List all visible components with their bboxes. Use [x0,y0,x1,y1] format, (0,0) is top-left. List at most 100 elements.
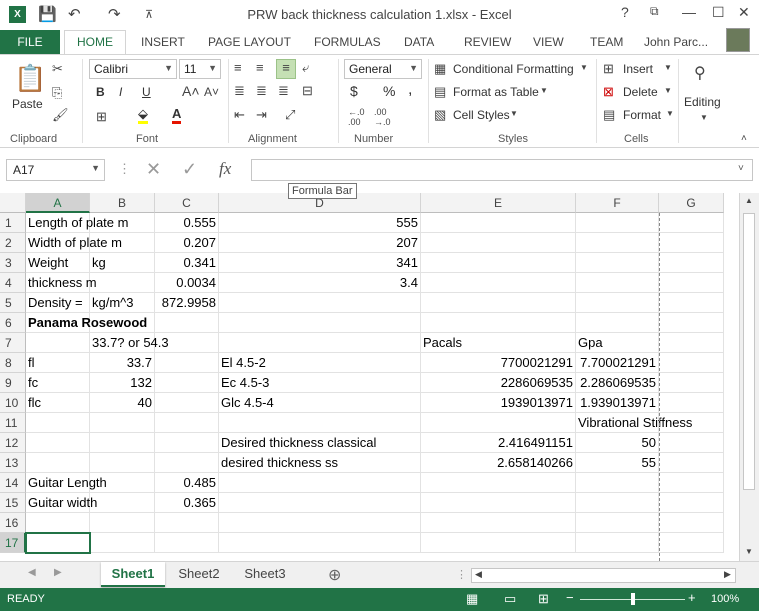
prev-sheet-icon[interactable]: ◀ [28,567,36,578]
tab-insert[interactable]: INSERT [141,35,185,49]
cell-g16[interactable] [659,513,724,533]
column-header-g[interactable]: G [659,193,724,213]
italic-button[interactable]: I [119,85,122,99]
decrease-decimal-icon[interactable]: .00 →.0 [374,107,391,127]
scroll-right-icon[interactable]: ▶ [724,569,731,580]
row-header[interactable]: 3 [0,253,26,273]
row-header[interactable]: 12 [0,433,26,453]
row-header[interactable]: 13 [0,453,26,473]
underline-button[interactable]: U [142,85,151,99]
tab-sheet3[interactable]: Sheet3 [233,562,297,587]
maximize-button[interactable]: ☐ [712,4,725,21]
format-cells-button[interactable]: Format [623,108,661,122]
cell-a6[interactable]: Panama Rosewood [26,313,147,333]
cell-f3[interactable] [576,253,659,273]
column-header-a[interactable]: A [26,193,90,213]
percent-button[interactable]: % [383,83,395,99]
row-header[interactable]: 5 [0,293,26,313]
comma-button[interactable]: , [408,81,412,99]
align-center-icon[interactable]: ≣ [256,83,267,99]
wrap-text-icon[interactable]: ⤶ [302,60,309,76]
row-header[interactable]: 14 [0,473,26,493]
cell-b4[interactable] [90,273,155,293]
align-right-icon[interactable]: ≣ [278,83,289,99]
cell-g14[interactable] [659,473,724,493]
column-header-e[interactable]: E [421,193,576,213]
cell-f5[interactable] [576,293,659,313]
increase-indent-icon[interactable]: ⇥ [256,107,267,123]
tab-formulas[interactable]: FORMULAS [314,35,381,49]
bold-button[interactable]: B [96,85,105,99]
increase-font-icon[interactable]: A˄ [182,83,200,99]
row-header[interactable]: 2 [0,233,26,253]
cell-e14[interactable] [421,473,576,493]
column-header-f[interactable]: F [576,193,659,213]
align-left-icon[interactable]: ≣ [234,83,245,99]
cell-b17[interactable] [90,533,155,553]
cell-c15[interactable]: 0.365 [155,493,219,513]
cell-b3[interactable]: kg [90,253,155,273]
cell-e9[interactable]: 2286069535 [421,373,576,393]
number-format-select[interactable]: General ▼ [344,59,422,79]
expand-formula-bar-icon[interactable]: ˅ [738,163,744,174]
cell-d2[interactable]: 207 [219,233,421,253]
avatar[interactable] [726,28,750,52]
cell-f8[interactable]: 7.700021291 [576,353,659,373]
cell-f9[interactable]: 2.286069535 [576,373,659,393]
cell-e13[interactable]: 2.658140266 [421,453,576,473]
delete-cells-button[interactable]: Delete [623,85,658,99]
cell-a13[interactable] [26,453,90,473]
cell-b9[interactable]: 132 [90,373,155,393]
cell-b7[interactable]: 33.7? or 54.3 [90,333,169,353]
horizontal-scrollbar[interactable]: ◀ ▶ [471,568,736,583]
tab-sheet2[interactable]: Sheet2 [167,562,231,587]
cell-d4[interactable]: 3.4 [219,273,421,293]
cell-e7[interactable]: Pacals [421,333,576,353]
cell-f15[interactable] [576,493,659,513]
insert-function-button[interactable]: fx [219,159,231,179]
cell-c4[interactable]: 0.0034 [155,273,219,293]
font-size-select[interactable]: 11 ▼ [179,59,221,79]
cell-g2[interactable] [659,233,724,253]
page-layout-view-icon[interactable]: ▭ [504,591,516,607]
cell-d14[interactable] [219,473,421,493]
cell-b10[interactable]: 40 [90,393,155,413]
cell-e10[interactable]: 1939013971 [421,393,576,413]
cell-f2[interactable] [576,233,659,253]
tab-page-layout[interactable]: PAGE LAYOUT [208,35,291,49]
cell-g6[interactable] [659,313,724,333]
cell-e3[interactable] [421,253,576,273]
cell-a10[interactable]: flc [26,393,90,413]
cell-d13[interactable]: desired thickness ss [219,453,421,473]
cell-g3[interactable] [659,253,724,273]
cell-f7[interactable]: Gpa [576,333,659,353]
cell-e12[interactable]: 2.416491151 [421,433,576,453]
cell-e17[interactable] [421,533,576,553]
row-header[interactable]: 8 [0,353,26,373]
row-header[interactable]: 7 [0,333,26,353]
cell-e2[interactable] [421,233,576,253]
paste-icon[interactable]: 📋 [14,63,46,94]
cell-f11[interactable]: Vibrational Stiffness [576,413,692,433]
cell-c2[interactable]: 0.207 [155,233,219,253]
tab-view[interactable]: VIEW [533,35,564,49]
cell-g10[interactable] [659,393,724,413]
cell-b8[interactable]: 33.7 [90,353,155,373]
cancel-icon[interactable]: ✕ [146,159,161,180]
cell-c6[interactable] [155,313,219,333]
zoom-in-button[interactable]: + [688,590,696,605]
cell-g5[interactable] [659,293,724,313]
row-header[interactable]: 16 [0,513,26,533]
zoom-level[interactable]: 100% [711,593,739,605]
cell-b15[interactable] [90,493,155,513]
cell-c11[interactable] [155,413,219,433]
cell-g12[interactable] [659,433,724,453]
cell-c5[interactable]: 872.9958 [155,293,219,313]
cell-c10[interactable] [155,393,219,413]
select-all-corner[interactable] [0,193,26,213]
cell-a11[interactable] [26,413,90,433]
tab-file[interactable]: FILE [0,30,60,54]
close-button[interactable]: ✕ [738,4,750,21]
tab-sheet1[interactable]: Sheet1 [101,562,165,587]
format-as-table-button[interactable]: Format as Table [453,85,539,99]
